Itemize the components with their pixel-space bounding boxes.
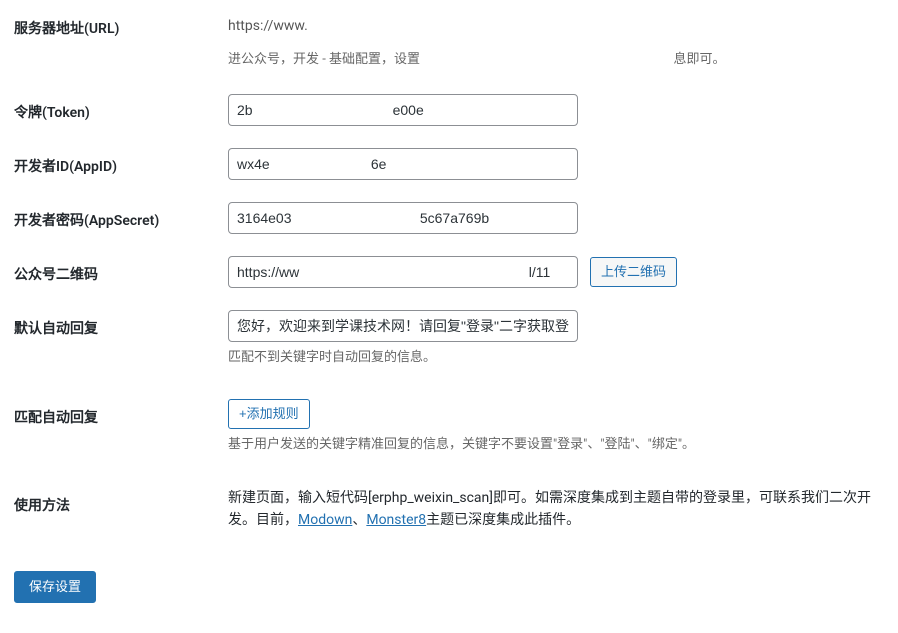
row-default-reply: 默认自动回复 匹配不到关键字时自动回复的信息。 [14, 310, 884, 368]
qrcode-input[interactable] [228, 256, 578, 288]
label-server-url: 服务器地址(URL) [14, 10, 228, 38]
row-usage: 使用方法 新建页面，输入短代码[erphp_weixin_scan]即可。如需深… [14, 487, 884, 532]
appid-input[interactable] [228, 148, 578, 180]
link-monster8[interactable]: Monster8 [366, 512, 426, 528]
label-usage: 使用方法 [14, 487, 228, 515]
default-reply-input[interactable] [228, 310, 578, 342]
link-modown[interactable]: Modown [298, 512, 352, 528]
add-rule-button[interactable]: +添加规则 [228, 399, 310, 429]
server-url-description: 进公众号，开发 - 基础配置，设置 息即可。 [228, 50, 884, 70]
token-input[interactable] [228, 94, 578, 126]
match-reply-description: 基于用户发送的关键字精准回复的信息，关键字不要设置"登录"、"登陆"、"绑定"。 [228, 435, 884, 455]
field-server-url: https://www. [228, 10, 884, 34]
row-token: 令牌(Token) [14, 94, 884, 126]
label-appsecret: 开发者密码(AppSecret) [14, 202, 228, 230]
row-qrcode: 公众号二维码 上传二维码 [14, 256, 884, 288]
label-token: 令牌(Token) [14, 94, 228, 122]
default-reply-description: 匹配不到关键字时自动回复的信息。 [228, 348, 884, 368]
server-url-value: https://www. [228, 10, 884, 34]
row-appsecret: 开发者密码(AppSecret) [14, 202, 884, 234]
settings-form: 服务器地址(URL) https://www. 进公众号，开发 - 基础配置，设… [14, 10, 884, 603]
label-match-reply: 匹配自动回复 [14, 399, 228, 427]
row-match-reply: 匹配自动回复 +添加规则 基于用户发送的关键字精准回复的信息，关键字不要设置"登… [14, 399, 884, 455]
label-qrcode: 公众号二维码 [14, 256, 228, 284]
save-button[interactable]: 保存设置 [14, 571, 96, 603]
row-server-url: 服务器地址(URL) https://www. [14, 10, 884, 38]
usage-text: 新建页面，输入短代码[erphp_weixin_scan]即可。如需深度集成到主… [228, 487, 884, 532]
upload-qrcode-button[interactable]: 上传二维码 [590, 257, 677, 287]
label-default-reply: 默认自动回复 [14, 310, 228, 338]
appsecret-input[interactable] [228, 202, 578, 234]
row-appid: 开发者ID(AppID) [14, 148, 884, 180]
label-appid: 开发者ID(AppID) [14, 148, 228, 176]
